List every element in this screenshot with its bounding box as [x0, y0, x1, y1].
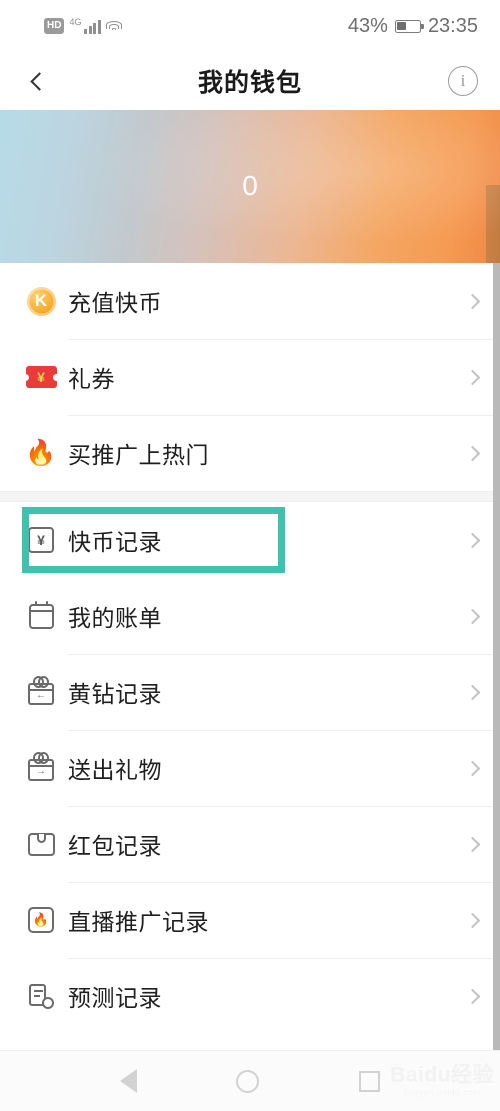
- title-bar: 我的钱包 i: [0, 52, 500, 110]
- list-item-yellow-diamond-records[interactable]: ← 黄钻记录: [0, 654, 500, 730]
- chevron-right-icon: [464, 684, 481, 700]
- list-item-my-bills[interactable]: 我的账单: [0, 578, 500, 654]
- gift-in-icon: ←: [18, 676, 64, 705]
- network-type-label: 4G: [69, 17, 82, 27]
- list-item-label: 买推广上热门: [68, 442, 209, 468]
- vertical-scrollbar[interactable]: [493, 263, 500, 1050]
- list-item-label: 红包记录: [68, 833, 162, 859]
- chevron-right-icon: [464, 532, 481, 548]
- chevron-right-icon: [464, 608, 481, 624]
- voucher-ticket-icon: ¥: [18, 366, 64, 388]
- flame-icon: 🔥: [25, 438, 57, 467]
- back-button[interactable]: [22, 64, 56, 98]
- list-item-live-promotion-records[interactable]: 🔥 直播推广记录: [0, 882, 500, 958]
- list-item-label: 黄钻记录: [68, 681, 162, 707]
- chevron-left-icon: [29, 71, 49, 91]
- status-bar-right: 43% 23:35: [348, 15, 478, 38]
- page-title: 我的钱包: [197, 69, 302, 97]
- list-item-voucher[interactable]: ¥ 礼券: [0, 339, 500, 415]
- list-item-forecast-records[interactable]: 预测记录: [0, 958, 500, 1034]
- highlighted-row-wrapper: ¥ 快币记录: [0, 502, 500, 578]
- chevron-right-icon: [464, 293, 481, 309]
- list-item-red-envelope-records[interactable]: 红包记录: [0, 806, 500, 882]
- watermark-main-text: Baidu经验: [390, 1063, 494, 1087]
- info-circle-icon[interactable]: i: [448, 66, 478, 96]
- status-bar: HD 4G 43% 23:35: [0, 0, 500, 52]
- list-item-label: 直播推广记录: [68, 909, 209, 935]
- android-nav-bar: Baidu经验 jingyan.baidu.com: [0, 1050, 500, 1111]
- balance-value: 0: [242, 169, 258, 201]
- hd-icon: HD: [44, 18, 65, 34]
- list-item-recharge-kcoin[interactable]: K 充值快币: [0, 263, 500, 339]
- calendar-icon: [18, 600, 64, 629]
- chevron-right-icon: [464, 369, 481, 385]
- chevron-right-icon: [464, 445, 481, 461]
- watermark: Baidu经验 jingyan.baidu.com: [390, 1065, 494, 1098]
- wallet-balance-banner: 0: [0, 110, 500, 263]
- gift-out-icon: →: [18, 752, 64, 781]
- live-promo-icon: 🔥: [18, 907, 64, 933]
- list-item-gifts-sent[interactable]: → 送出礼物: [0, 730, 500, 806]
- list-item-label: 送出礼物: [68, 757, 162, 783]
- list-item-buy-promotion[interactable]: 🔥 买推广上热门: [0, 415, 500, 491]
- watermark-sub-text: jingyan.baidu.com: [403, 1087, 481, 1098]
- list-item-label: 礼券: [68, 366, 115, 392]
- wifi-icon: [106, 20, 123, 34]
- forecast-record-icon: [18, 984, 64, 1009]
- battery-icon: [394, 19, 424, 33]
- yuan-note-icon: ¥: [18, 527, 64, 553]
- nav-recents-square-icon[interactable]: [359, 1070, 381, 1092]
- list-item-label: 充值快币: [68, 290, 162, 316]
- phone-screen: HD 4G 43% 23:35 我的钱包 i 0 K 充值快币 ¥ 礼券 🔥 买…: [0, 0, 500, 1111]
- section-divider: [0, 491, 500, 502]
- nav-back-triangle-icon[interactable]: [119, 1069, 137, 1093]
- list-item-kcoin-records[interactable]: ¥ 快币记录: [0, 502, 500, 578]
- chevron-right-icon: [464, 760, 481, 776]
- signal-bars-icon: [84, 19, 101, 34]
- clock-label: 23:35: [427, 14, 478, 37]
- k-coin-icon: K: [18, 286, 64, 316]
- red-envelope-icon: [18, 832, 64, 856]
- nav-home-circle-icon[interactable]: [236, 1069, 260, 1093]
- battery-percent-label: 43%: [347, 14, 388, 37]
- list-item-label: 我的账单: [68, 605, 162, 631]
- list-item-label: 快币记录: [68, 529, 162, 555]
- chevron-right-icon: [464, 988, 481, 1004]
- status-bar-left: HD 4G: [44, 18, 123, 34]
- banner-right-edge: [486, 185, 500, 263]
- chevron-right-icon: [464, 912, 481, 928]
- list-item-label: 预测记录: [68, 985, 162, 1011]
- chevron-right-icon: [464, 836, 481, 852]
- wallet-menu-list: K 充值快币 ¥ 礼券 🔥 买推广上热门 ¥ 快币记录 我的账单 ← 黄钻记录 …: [0, 263, 500, 1050]
